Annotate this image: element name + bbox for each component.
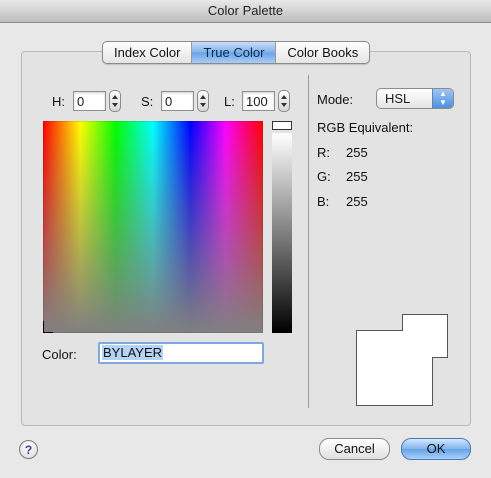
blue-value: 255 <box>346 194 368 209</box>
stepper-down-icon <box>200 103 206 107</box>
up-down-arrows-icon: ▲ ▼ <box>432 89 453 108</box>
luminance-slider[interactable] <box>272 133 292 333</box>
hue-stepper[interactable] <box>109 90 121 112</box>
spectrum-crosshair[interactable] <box>43 321 53 333</box>
tab-true-color[interactable]: True Color <box>191 42 276 63</box>
swatch-fill <box>403 315 447 357</box>
stepper-up-icon <box>281 95 287 99</box>
red-value: 255 <box>346 145 368 160</box>
mode-dropdown-value: HSL <box>385 91 411 106</box>
green-value: 255 <box>346 169 368 184</box>
saturation-field[interactable]: 0 <box>161 91 194 111</box>
blue-label: B: <box>317 194 330 209</box>
luminance-stepper[interactable] <box>278 90 290 112</box>
panel-divider <box>308 75 309 408</box>
stepper-down-icon <box>281 103 287 107</box>
hue-field[interactable]: 0 <box>73 91 106 111</box>
help-button[interactable]: ? <box>19 440 38 459</box>
ok-button[interactable]: OK <box>401 438 471 460</box>
tab-color-books[interactable]: Color Books <box>275 42 369 63</box>
rgb-heading: RGB Equivalent: <box>317 120 414 135</box>
color-input[interactable]: BYLAYER <box>98 342 264 364</box>
stepper-down-icon <box>112 103 118 107</box>
color-input-value: BYLAYER <box>102 345 164 360</box>
window-title: Color Palette <box>0 0 491 23</box>
color-label: Color: <box>42 347 77 362</box>
mode-label: Mode: <box>317 92 354 107</box>
tab-index-color[interactable]: Index Color <box>103 42 191 63</box>
color-spectrum[interactable] <box>43 121 263 333</box>
cancel-button[interactable]: Cancel <box>319 438 390 460</box>
luminance-slider-thumb[interactable] <box>272 121 292 130</box>
saturation-stepper[interactable] <box>197 90 209 112</box>
red-label: R: <box>317 145 330 160</box>
tab-bar: Index Color True Color Color Books <box>102 41 371 64</box>
hue-label: H: <box>52 94 65 109</box>
green-label: G: <box>317 169 331 184</box>
stepper-up-icon <box>112 95 118 99</box>
mode-dropdown[interactable]: HSL ▲ ▼ <box>376 88 454 109</box>
luminance-label: L: <box>224 94 235 109</box>
stepper-up-icon <box>200 95 206 99</box>
luminance-field[interactable]: 100 <box>242 91 275 111</box>
saturation-label: S: <box>141 94 154 109</box>
